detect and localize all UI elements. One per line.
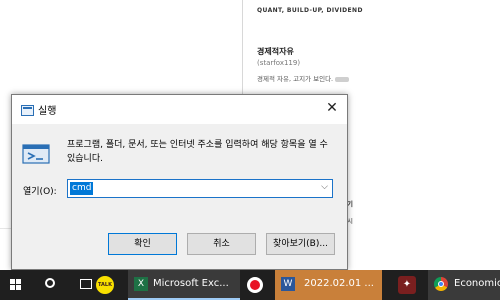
dialog-title: 실행 — [38, 106, 57, 117]
taskbar-record[interactable] — [245, 270, 267, 300]
taskbar-app[interactable]: ✦ — [392, 270, 422, 300]
word-icon: W — [281, 277, 295, 291]
taskbar-word[interactable]: W 2022.02.01 ... — [275, 270, 382, 300]
blog-title[interactable]: 경제적자유 — [257, 46, 294, 57]
taskbar-chrome[interactable]: Economic — [428, 270, 500, 300]
taskbar-excel-label: Microsoft Exc... — [153, 278, 229, 289]
excel-icon: X — [134, 277, 148, 291]
edit-pill[interactable] — [335, 76, 350, 82]
close-icon[interactable]: ✕ — [323, 99, 341, 117]
blog-description: 경제적 자유, 고지가 보인다. — [257, 74, 357, 84]
blog-id: (starfox119) — [257, 59, 301, 67]
taskbar-chrome-label: Economic — [454, 278, 500, 289]
dialog-instruction: 프로그램, 폴더, 문서, 또는 인터넷 주소를 입력하여 해당 항목을 열 수… — [67, 140, 328, 164]
command-input[interactable]: cmd ⌵ — [67, 179, 333, 198]
command-value[interactable]: cmd — [70, 182, 94, 195]
taskbar-word-label: 2022.02.01 ... — [304, 278, 374, 289]
dialog-titlebar[interactable]: 실행 ✕ — [12, 95, 347, 124]
app-icon: ✦ — [398, 276, 416, 294]
ok-button[interactable]: 확인 — [108, 233, 177, 255]
blog-tagline: QUANT, BUILD-UP, DIVIDEND — [257, 7, 363, 14]
kakaotalk-icon[interactable]: TALK — [96, 276, 114, 294]
run-window-icon — [21, 105, 34, 116]
chevron-down-icon[interactable]: ⌵ — [321, 182, 328, 192]
task-view-icon[interactable] — [80, 279, 92, 289]
cancel-button[interactable]: 취소 — [187, 233, 256, 255]
run-program-icon — [22, 144, 50, 164]
taskbar: TALK X Microsoft Exc... W 2022.02.01 ...… — [0, 270, 500, 300]
chrome-icon — [434, 277, 448, 291]
search-icon[interactable] — [45, 278, 55, 288]
record-icon — [247, 277, 263, 293]
taskbar-excel[interactable]: X Microsoft Exc... — [128, 270, 240, 300]
browse-button[interactable]: 찾아보기(B)... — [266, 233, 335, 255]
open-label: 열기(O): — [23, 187, 57, 197]
run-dialog: 실행 ✕ 프로그램, 폴더, 문서, 또는 인터넷 주소를 입력하여 해당 항목… — [11, 94, 348, 270]
windows-start-icon[interactable] — [10, 279, 22, 291]
